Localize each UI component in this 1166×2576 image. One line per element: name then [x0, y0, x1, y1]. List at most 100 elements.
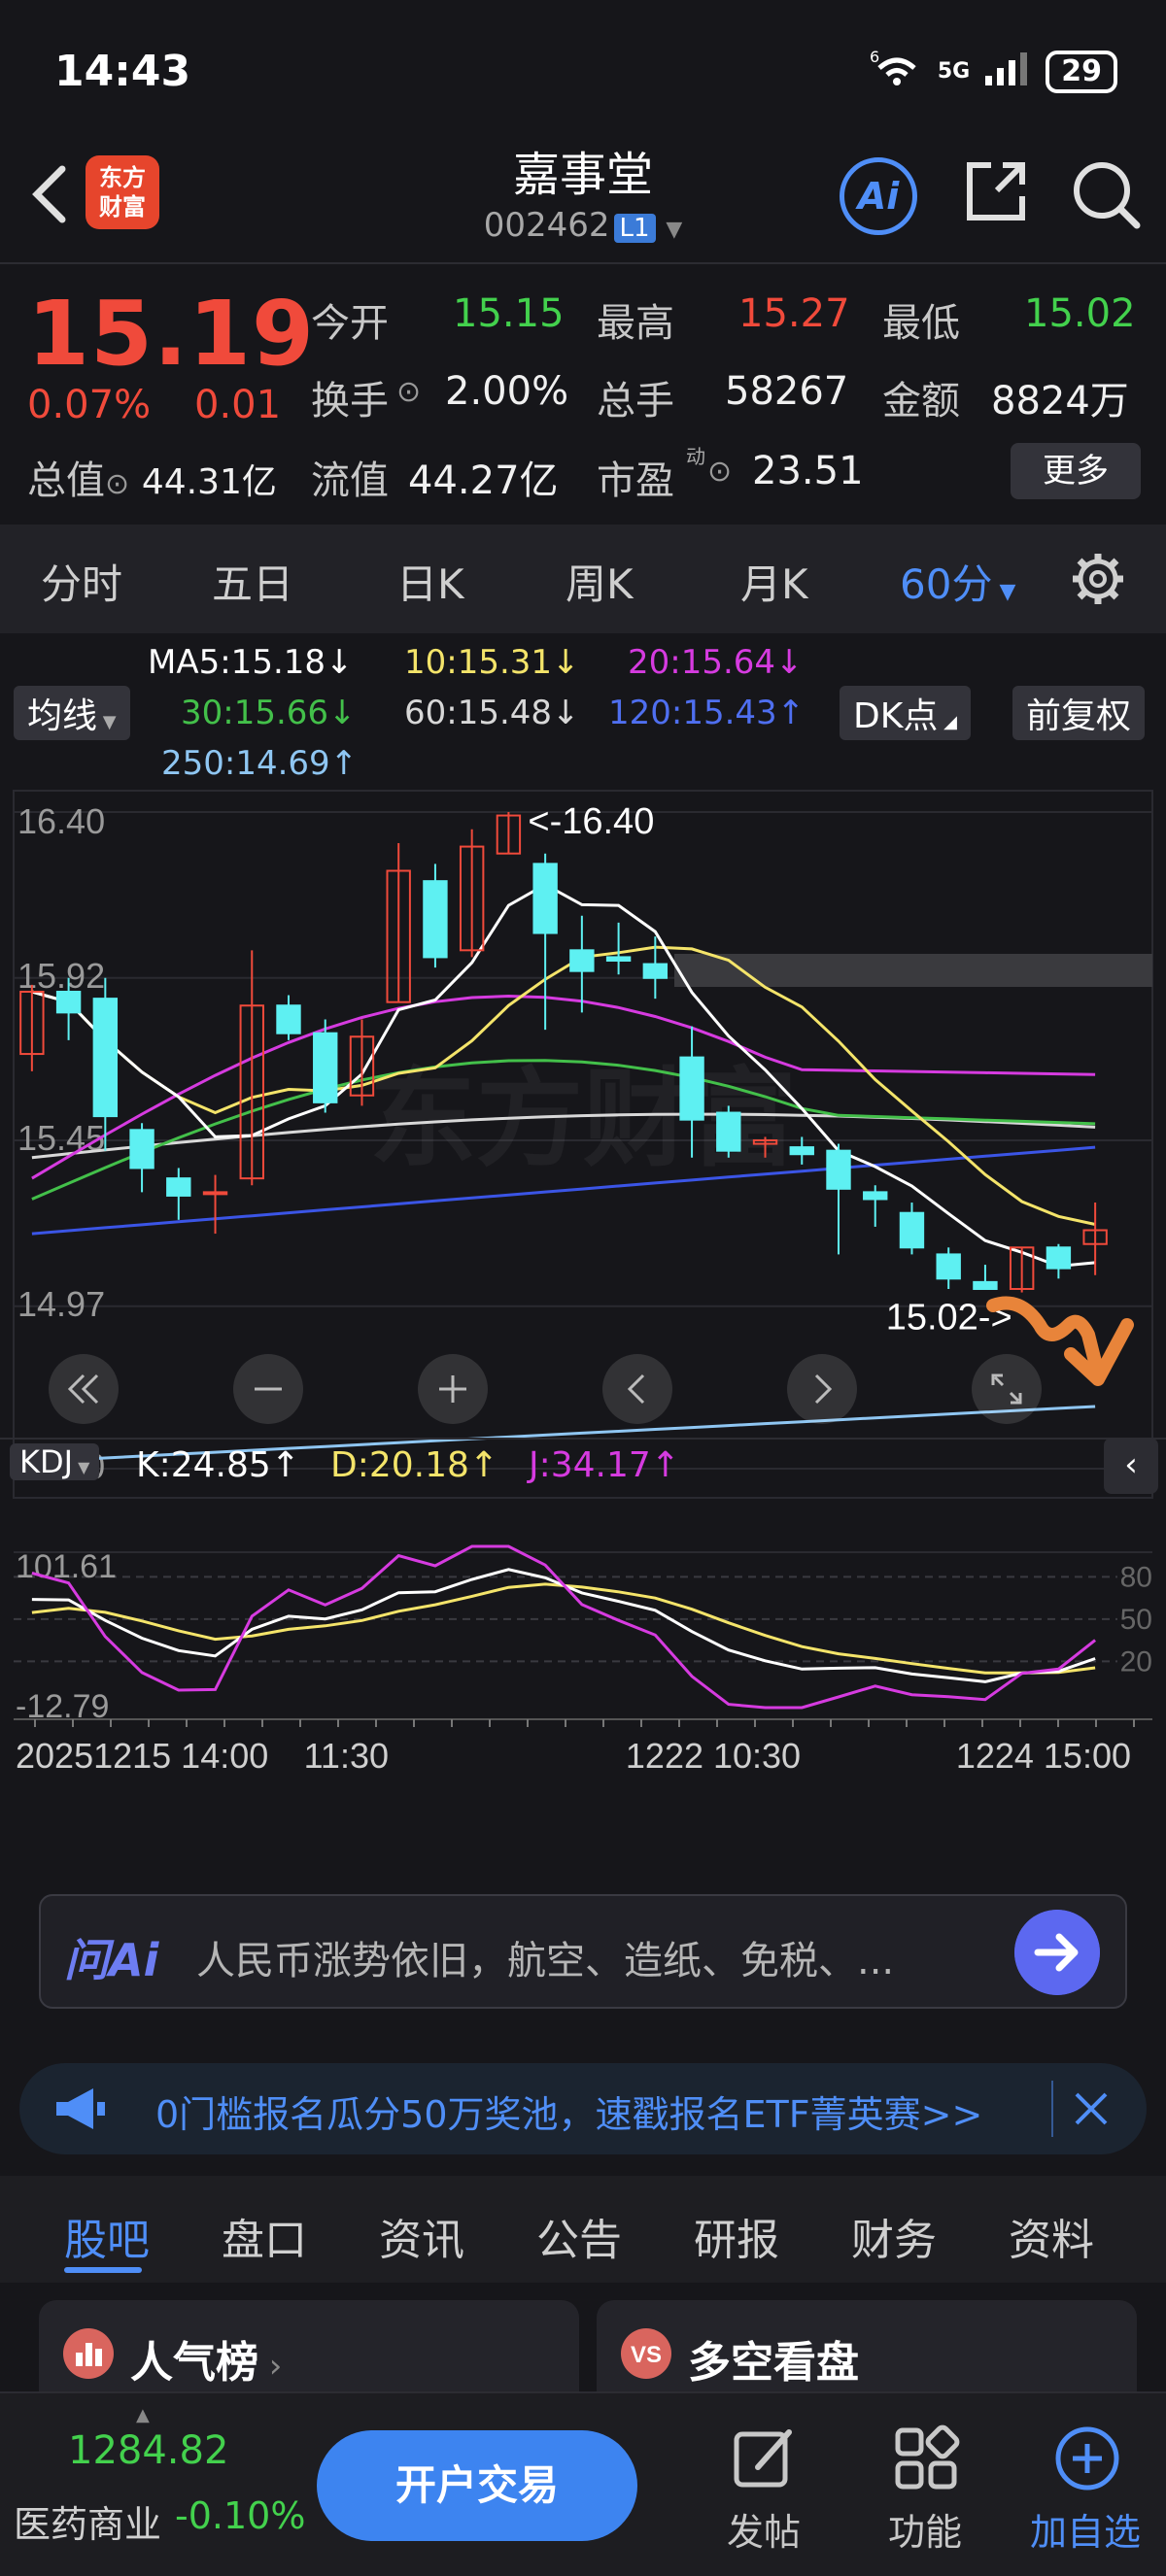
candle-down[interactable]	[532, 863, 558, 934]
share-icon[interactable]	[962, 157, 1030, 225]
tab-announcements[interactable]: 公告	[536, 2205, 622, 2267]
bottom-bar: ▲ 1284.82 医药商业 -0.10% 开户交易 发帖 功能 加自选	[0, 2391, 1166, 2576]
tab-monthly-k[interactable]: 月K	[740, 552, 808, 611]
signal-icon	[983, 49, 1032, 94]
tab-finance[interactable]: 财务	[851, 2205, 937, 2267]
candle-down[interactable]	[863, 1191, 888, 1201]
close-icon[interactable]	[1071, 2088, 1112, 2129]
turnover-value: 2.00%	[445, 369, 569, 414]
candle-down[interactable]	[605, 956, 632, 962]
candle-down[interactable]	[276, 1004, 301, 1034]
tab-pankou[interactable]: 盘口	[222, 2205, 307, 2267]
candle-down[interactable]	[129, 1129, 154, 1169]
sector-name[interactable]: 医药商业	[14, 2494, 161, 2548]
info-icon[interactable]: ⊙	[396, 375, 421, 409]
open-label: 今开	[311, 301, 389, 346]
bull-bear-card-title: 多空看盘	[688, 2338, 859, 2388]
candle-down[interactable]	[423, 880, 448, 959]
candle-down[interactable]	[899, 1211, 925, 1249]
sector-change: -0.10%	[175, 2494, 306, 2537]
candle-down[interactable]	[826, 1149, 851, 1190]
candle-down[interactable]	[313, 1032, 338, 1103]
zoom-in-icon[interactable]	[414, 1350, 492, 1428]
low-label: 最低	[882, 301, 960, 346]
tab-profile[interactable]: 资料	[1009, 2205, 1094, 2267]
candle-up[interactable]	[202, 1191, 228, 1196]
search-icon[interactable]	[1069, 157, 1143, 231]
chevron-right-icon: ›	[258, 2347, 283, 2386]
candle-down[interactable]	[92, 998, 119, 1118]
adjust-button[interactable]: 前复权	[1012, 686, 1146, 740]
info-icon[interactable]: ⊙	[105, 467, 129, 501]
kdj-button[interactable]: KDJ ▼	[10, 1443, 100, 1480]
candle-down[interactable]	[679, 1056, 704, 1121]
candle-down[interactable]	[1046, 1246, 1072, 1270]
tab-news[interactable]: 资讯	[379, 2205, 464, 2267]
candle-down[interactable]	[716, 1111, 741, 1152]
vs-icon: VS	[621, 2328, 671, 2379]
ma20-legend: 20:15.64↓	[628, 643, 804, 682]
candle-down[interactable]	[569, 949, 595, 972]
scroll-left-icon[interactable]	[599, 1350, 676, 1428]
high-label: 最高	[597, 301, 674, 346]
ma10-legend: 10:15.31↓	[404, 643, 580, 682]
scroll-right-icon[interactable]	[783, 1350, 861, 1428]
tab-guba[interactable]: 股吧	[64, 2205, 150, 2267]
promo-banner[interactable]: 0门槛报名瓜分50万奖池，速戳报名ETF菁英赛>>	[19, 2063, 1147, 2154]
kdj-button-label: KDJ	[19, 1443, 74, 1480]
open-account-trade-button[interactable]: 开户交易	[317, 2430, 637, 2541]
function-grid-icon[interactable]	[892, 2424, 960, 2492]
post-label[interactable]: 发帖	[727, 2502, 801, 2556]
function-label[interactable]: 功能	[888, 2502, 962, 2556]
tab-weekly-k[interactable]: 周K	[566, 552, 634, 611]
collapse-panel-icon[interactable]: ‹	[1104, 1438, 1158, 1494]
add-watchlist-label[interactable]: 加自选	[1030, 2502, 1141, 2556]
kdj-y-top-label: 101.61	[16, 1548, 117, 1585]
candle-down[interactable]	[642, 963, 669, 979]
chevron-down-icon: ▼	[992, 580, 1016, 604]
candle-down[interactable]	[55, 991, 82, 1014]
scroll-left-end-icon[interactable]	[45, 1350, 122, 1428]
tab-five-day[interactable]: 五日	[212, 552, 293, 611]
sector-index-value[interactable]: 1284.82	[68, 2428, 228, 2473]
ai-search-bar[interactable]: 问Ai 人民币涨势依旧，航空、造纸、免税、...	[39, 1894, 1127, 2009]
zoom-out-icon[interactable]	[229, 1350, 307, 1428]
ma-button[interactable]: 均线 ▼	[14, 686, 130, 740]
tab-research[interactable]: 研报	[694, 2205, 779, 2267]
ai-submit-arrow-icon[interactable]	[1014, 1910, 1100, 1995]
candle-down[interactable]	[789, 1146, 814, 1156]
candle-down[interactable]	[936, 1253, 961, 1280]
more-button[interactable]: 更多	[1011, 443, 1141, 499]
tab-60min[interactable]: 60分 ▼	[900, 552, 1015, 611]
kdj-grid-label: 50	[1120, 1604, 1152, 1636]
ma30-legend: 30:15.66↓	[181, 694, 357, 732]
float-value: 44.27亿	[408, 458, 559, 503]
kdj-j-legend: J:34.17↑	[529, 1445, 680, 1485]
svg-text:VS: VS	[631, 2342, 662, 2368]
tab-daily-k[interactable]: 日K	[396, 552, 464, 611]
add-watchlist-icon[interactable]	[1053, 2424, 1121, 2492]
status-icons: 6 5G 29	[870, 48, 1117, 94]
x-axis-label: 20251215 14:00	[16, 1736, 268, 1776]
high-value: 15.27	[738, 291, 850, 336]
chevron-up-icon[interactable]: ▲	[136, 2405, 150, 2425]
ranking-icon	[63, 2328, 114, 2379]
level-badge: L1	[613, 214, 656, 243]
chevron-down-icon: ▼	[666, 218, 683, 242]
pe-sup: 动	[686, 445, 705, 468]
ma5-legend: MA5:15.18↓	[148, 643, 354, 682]
kdj-j-line	[31, 1544, 1097, 1710]
x-axis-label: 11:30	[304, 1736, 389, 1776]
ai-search-prompt[interactable]: 人民币涨势依旧，航空、造纸、免税、...	[196, 1929, 894, 1985]
amount-label: 金额	[882, 379, 960, 424]
ai-button[interactable]: Ai	[840, 157, 917, 235]
candle-down[interactable]	[166, 1177, 191, 1197]
settings-gear-icon[interactable]	[1069, 550, 1127, 608]
volume-value: 58267	[725, 369, 849, 414]
tab-intraday[interactable]: 分时	[41, 552, 122, 611]
kline-chart-area[interactable]: 均线 ▼ MA5:15.18↓ 10:15.31↓ 20:15.64↓ 30:1…	[0, 633, 1166, 1861]
dk-button[interactable]: DK点 ◢	[840, 686, 971, 740]
post-edit-icon[interactable]	[731, 2424, 799, 2492]
info-icon[interactable]: ⊙	[707, 455, 732, 489]
section-tabs: 股吧 盘口 资讯 公告 研报 财务 资料	[0, 2176, 1166, 2283]
